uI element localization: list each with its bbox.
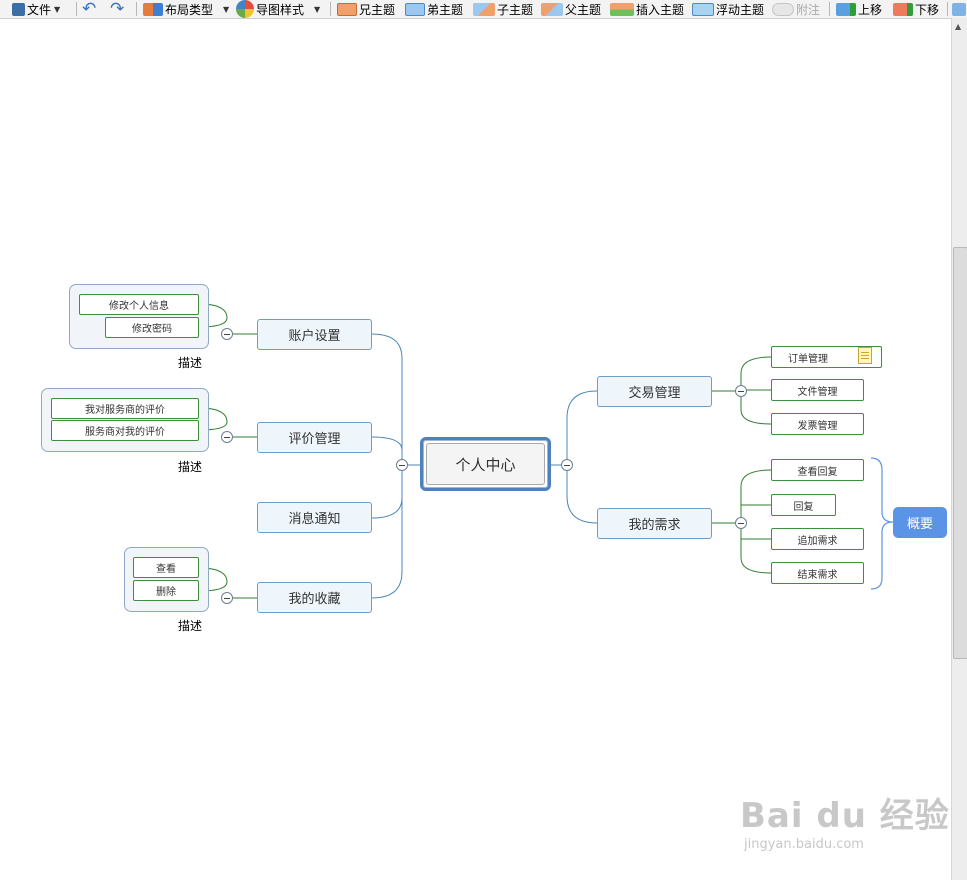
file-icon xyxy=(12,2,25,16)
summary-topic[interactable]: 概要 xyxy=(893,507,947,538)
topic-review-management[interactable]: 评价管理 xyxy=(257,422,372,453)
collapse-toggle-icon[interactable] xyxy=(735,385,747,397)
central-topic-label: 个人中心 xyxy=(426,443,545,485)
parent-topic-label: 父主题 xyxy=(565,2,602,17)
redo-button[interactable]: ↷ xyxy=(110,0,125,19)
leaf-edit-profile[interactable]: 修改个人信息 xyxy=(79,294,199,315)
layout-icon xyxy=(143,2,163,16)
more-button[interactable] xyxy=(952,0,967,18)
toolbar-separator xyxy=(136,2,137,16)
scroll-up-icon[interactable]: ▲ xyxy=(955,22,961,31)
account-description-caption: 描述 xyxy=(178,356,203,370)
floating-topic-label: 浮动主题 xyxy=(716,2,765,17)
chevron-down-icon: ▼ xyxy=(223,4,230,14)
topic-trade-management[interactable]: 交易管理 xyxy=(597,376,712,407)
sibling-before-label: 兄主题 xyxy=(359,2,396,17)
floating-topic-icon xyxy=(692,2,714,16)
sibling-after-label: 弟主题 xyxy=(427,2,464,17)
move-down-icon xyxy=(893,2,913,16)
move-down-label: 下移 xyxy=(915,2,940,17)
baidu-watermark: Bai du 经验 jingyan.baidu.com xyxy=(740,788,950,852)
leaf-invoice-management[interactable]: 发票管理 xyxy=(771,413,864,435)
leaf-view[interactable]: 查看 xyxy=(133,557,199,578)
collapse-toggle-icon[interactable] xyxy=(221,328,233,340)
child-topic-button[interactable]: 子主题 xyxy=(473,0,533,18)
comment-icon xyxy=(772,2,794,16)
sibling-after-button[interactable]: 弟主题 xyxy=(405,0,463,18)
floating-topic-button[interactable]: 浮动主题 xyxy=(692,0,764,18)
collapse-toggle-icon[interactable] xyxy=(221,592,233,604)
undo-button[interactable]: ↶ xyxy=(82,0,97,19)
topic-my-favorites[interactable]: 我的收藏 xyxy=(257,582,372,613)
child-topic-icon xyxy=(473,2,495,16)
leaf-file-management[interactable]: 文件管理 xyxy=(771,379,864,401)
palette-icon xyxy=(236,0,254,18)
leaf-provider-review-of-me[interactable]: 服务商对我的评价 xyxy=(51,420,199,441)
vertical-scrollbar[interactable]: ▲ xyxy=(951,18,967,880)
layout-type-button[interactable]: 布局类型 ▼ xyxy=(143,0,229,18)
collapse-toggle-icon[interactable] xyxy=(221,431,233,443)
collapse-toggle-icon[interactable] xyxy=(396,459,408,471)
toolbar-separator xyxy=(330,2,331,16)
toolbar-separator xyxy=(947,2,948,16)
map-style-label: 导图样式 xyxy=(256,2,305,17)
central-topic[interactable]: 个人中心 xyxy=(420,437,551,491)
insert-topic-label: 插入主题 xyxy=(636,2,685,17)
child-topic-label: 子主题 xyxy=(497,2,534,17)
leaf-add-need[interactable]: 追加需求 xyxy=(771,528,864,550)
toolbar-separator xyxy=(76,2,77,16)
move-up-button[interactable]: 上移 xyxy=(836,0,882,18)
review-description-caption: 描述 xyxy=(178,460,203,474)
move-up-label: 上移 xyxy=(858,2,883,17)
note-icon[interactable] xyxy=(858,347,872,364)
topic-account-settings[interactable]: 账户设置 xyxy=(257,319,372,350)
leaf-delete[interactable]: 删除 xyxy=(133,580,199,601)
collapse-toggle-icon[interactable] xyxy=(735,517,747,529)
move-down-button[interactable]: 下移 xyxy=(893,0,939,18)
leaf-reply[interactable]: 回复 xyxy=(771,494,836,516)
topic-icon xyxy=(337,2,357,16)
map-style-button[interactable]: 导图样式 ▼ xyxy=(236,0,320,18)
leaf-my-review-of-provider[interactable]: 我对服务商的评价 xyxy=(51,398,199,419)
topic-icon xyxy=(405,2,425,16)
collapse-toggle-icon[interactable] xyxy=(561,459,573,471)
insert-topic-button[interactable]: 插入主题 xyxy=(610,0,684,18)
redo-icon: ↷ xyxy=(110,0,125,19)
topic-my-needs[interactable]: 我的需求 xyxy=(597,508,712,539)
parent-topic-button[interactable]: 父主题 xyxy=(541,0,601,18)
layout-type-label: 布局类型 xyxy=(165,2,214,17)
leaf-end-need[interactable]: 结束需求 xyxy=(771,562,864,584)
move-up-icon xyxy=(836,2,856,16)
scrollbar-thumb[interactable] xyxy=(953,247,967,659)
note-button[interactable]: 附注 xyxy=(772,0,820,18)
insert-topic-icon xyxy=(610,2,634,16)
undo-icon: ↶ xyxy=(82,0,97,19)
chevron-down-icon: ▼ xyxy=(314,4,321,14)
watermark-logo-text: Bai du 经验 xyxy=(740,796,950,836)
note-label: 附注 xyxy=(796,2,821,17)
chevron-down-icon: ▼ xyxy=(54,4,61,14)
parent-topic-icon xyxy=(541,2,563,16)
watermark-url: jingyan.baidu.com xyxy=(744,837,864,852)
sibling-before-button[interactable]: 兄主题 xyxy=(337,0,395,18)
leaf-view-replies[interactable]: 查看回复 xyxy=(771,459,864,481)
file-menu-button[interactable]: 文件 ▼ xyxy=(12,0,60,18)
toolbar-separator xyxy=(829,2,830,16)
more-icon xyxy=(952,2,966,16)
toolbar: 文件 ▼ ↶ ↷ 布局类型 ▼ 导图样式 ▼ 兄主题 弟主题 子主题 父主题 插… xyxy=(0,0,967,19)
file-menu-label: 文件 xyxy=(27,2,52,17)
leaf-change-password[interactable]: 修改密码 xyxy=(105,317,199,338)
mindmap-canvas[interactable]: 修改个人信息 修改密码 描述 我对服务商的评价 服务商对我的评价 描述 查看 删… xyxy=(0,18,951,880)
topic-message-notifications[interactable]: 消息通知 xyxy=(257,502,372,533)
favorites-description-caption: 描述 xyxy=(178,619,203,633)
